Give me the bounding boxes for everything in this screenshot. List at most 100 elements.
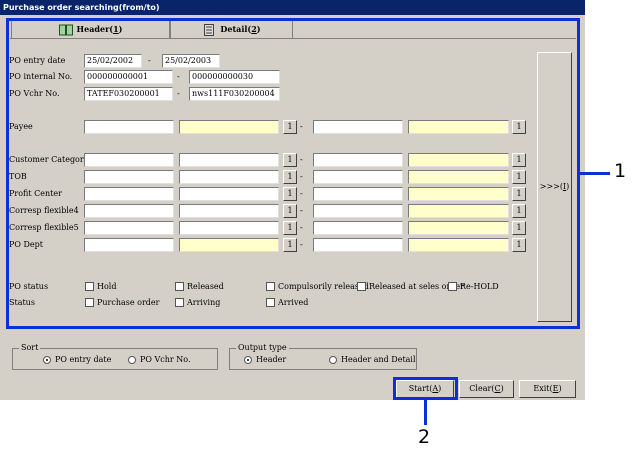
po-vchr-no-label: PO Vchr No. (9, 89, 60, 98)
released-at-sales-order-checkbox[interactable] (357, 282, 366, 291)
purchase-order-checkbox[interactable] (85, 298, 94, 307)
arrived-checkbox[interactable] (266, 298, 275, 307)
profit-center-from-name-input[interactable] (179, 187, 279, 201)
payee-from-search-button[interactable]: 1 (283, 120, 297, 134)
corresp-flexible5-from-code-input[interactable] (84, 221, 174, 235)
po-dept-to-code-input[interactable] (313, 238, 403, 252)
range-dash: - (300, 189, 303, 198)
po-entry-date-from-input[interactable]: 25/02/2002 (84, 54, 142, 68)
corresp-flexible5-to-name-input[interactable] (408, 221, 509, 235)
tab-header-label: Header(1) (76, 24, 123, 34)
transfer-button[interactable]: >>>(I) (537, 52, 572, 322)
po-entry-date-label: PO entry date (9, 56, 66, 65)
po-dept-from-code-input[interactable] (84, 238, 174, 252)
customer-category-to-code-input[interactable] (313, 153, 403, 167)
released-label: Released (187, 282, 224, 291)
corresp-flexible5-from-search-button[interactable]: 1 (283, 221, 297, 235)
sort-po-entry-date-radio[interactable] (43, 356, 51, 364)
payee-from-name-input[interactable] (179, 120, 279, 134)
tob-from-search-button[interactable]: 1 (283, 170, 297, 184)
callout-2-line (424, 399, 427, 425)
payee-to-name-input[interactable] (408, 120, 509, 134)
compulsorily-released-label: Compulsorily released (278, 282, 369, 291)
compulsorily-released-checkbox[interactable] (266, 282, 275, 291)
document-icon (204, 24, 215, 36)
corresp-flexible5-to-code-input[interactable] (313, 221, 403, 235)
corresp-flexible5-from-name-input[interactable] (179, 221, 279, 235)
book-icon (58, 24, 73, 36)
output-header-and-detail-label: Header and Detail (341, 355, 416, 364)
callout-2-number: 2 (418, 426, 431, 448)
tob-from-name-input[interactable] (179, 170, 279, 184)
released-checkbox[interactable] (175, 282, 184, 291)
tab-header[interactable]: Header(1) (11, 20, 170, 38)
po-internal-no-from-input[interactable]: 000000000001 (84, 70, 173, 84)
po-entry-date-to-input[interactable]: 25/02/2003 (162, 54, 220, 68)
customer-category-from-code-input[interactable] (84, 153, 174, 167)
hold-label: Hold (97, 282, 117, 291)
range-dash: - (300, 172, 303, 181)
start-button[interactable]: Start(A) (396, 380, 454, 398)
po-vchr-no-from-input[interactable]: TATEF030200001 (84, 87, 173, 101)
corresp-flexible5-to-search-button[interactable]: 1 (512, 221, 526, 235)
tob-to-name-input[interactable] (408, 170, 509, 184)
profit-center-to-name-input[interactable] (408, 187, 509, 201)
corresp-flexible5-label: Corresp flexible5 (9, 223, 79, 232)
output-type-caption: Output type (236, 343, 289, 352)
po-dept-label: PO Dept (9, 240, 43, 249)
callout-1-line (580, 172, 610, 175)
po-dept-from-search-button[interactable]: 1 (283, 238, 297, 252)
tob-to-code-input[interactable] (313, 170, 403, 184)
po-vchr-no-to-input[interactable]: nws111F030200004 (189, 87, 280, 101)
customer-category-to-search-button[interactable]: 1 (512, 153, 526, 167)
corresp-flexible4-from-code-input[interactable] (84, 204, 174, 218)
range-dash: - (300, 155, 303, 164)
window-title: Purchase order searching(from/to) (0, 0, 585, 15)
customer-category-to-name-input[interactable] (408, 153, 509, 167)
corresp-flexible4-to-name-input[interactable] (408, 204, 509, 218)
tob-from-code-input[interactable] (84, 170, 174, 184)
output-header-radio[interactable] (244, 356, 252, 364)
exit-button[interactable]: Exit(E) (519, 380, 576, 398)
profit-center-from-search-button[interactable]: 1 (283, 187, 297, 201)
range-dash: - (300, 223, 303, 232)
window: Purchase order searching(from/to) Header… (0, 0, 585, 400)
profit-center-from-code-input[interactable] (84, 187, 174, 201)
corresp-flexible4-to-search-button[interactable]: 1 (512, 204, 526, 218)
range-dash: - (300, 122, 303, 131)
corresp-flexible4-label: Corresp flexible4 (9, 206, 79, 215)
re-hold-checkbox[interactable] (448, 282, 457, 291)
range-dash: - (300, 240, 303, 249)
corresp-flexible4-to-code-input[interactable] (313, 204, 403, 218)
profit-center-to-search-button[interactable]: 1 (512, 187, 526, 201)
profit-center-to-code-input[interactable] (313, 187, 403, 201)
clear-button[interactable]: Clear(C) (459, 380, 514, 398)
po-dept-to-search-button[interactable]: 1 (512, 238, 526, 252)
range-dash: - (300, 206, 303, 215)
arriving-label: Arriving (187, 298, 221, 307)
tab-bar: Header(1) Detail(2) (10, 20, 576, 39)
customer-category-label: Customer Category (9, 155, 89, 164)
arrived-label: Arrived (278, 298, 309, 307)
hold-checkbox[interactable] (85, 282, 94, 291)
po-internal-no-label: PO internal No. (9, 72, 73, 81)
tab-detail-label: Detail(2) (220, 24, 261, 34)
output-header-and-detail-radio[interactable] (329, 356, 337, 364)
profit-center-label: Profit Center (9, 189, 62, 198)
payee-to-code-input[interactable] (313, 120, 403, 134)
tob-to-search-button[interactable]: 1 (512, 170, 526, 184)
sort-po-vchr-no-radio[interactable] (128, 356, 136, 364)
payee-to-search-button[interactable]: 1 (512, 120, 526, 134)
po-dept-from-name-input[interactable] (179, 238, 279, 252)
corresp-flexible4-from-search-button[interactable]: 1 (283, 204, 297, 218)
corresp-flexible4-from-name-input[interactable] (179, 204, 279, 218)
status-label: Status (9, 298, 35, 307)
range-dash: - (148, 56, 151, 65)
po-dept-to-name-input[interactable] (408, 238, 509, 252)
arriving-checkbox[interactable] (175, 298, 184, 307)
customer-category-from-search-button[interactable]: 1 (283, 153, 297, 167)
payee-from-code-input[interactable] (84, 120, 174, 134)
customer-category-from-name-input[interactable] (179, 153, 279, 167)
po-internal-no-to-input[interactable]: 000000000030 (189, 70, 280, 84)
tab-detail[interactable]: Detail(2) (170, 20, 293, 38)
